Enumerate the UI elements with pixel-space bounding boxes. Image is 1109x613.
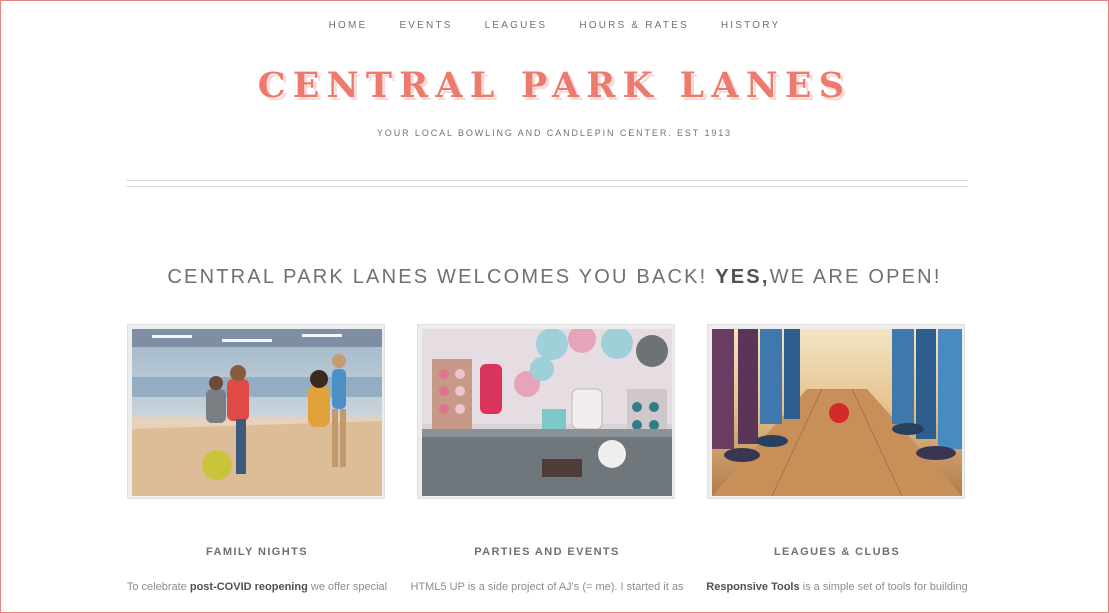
nav-hours-rates[interactable]: HOURS & RATES: [563, 19, 705, 33]
party-table-image[interactable]: [417, 324, 675, 499]
card-text-end: we offer special: [307, 581, 388, 593]
header-divider-bottom: [126, 186, 968, 187]
card-title: LEAGUES & CLUBS: [773, 546, 901, 558]
card-text-bold: Responsive Tools: [706, 581, 800, 593]
headline-bold: YES,: [715, 266, 770, 288]
nav-events[interactable]: EVENTS: [383, 19, 468, 33]
headline-end: WE ARE OPEN!: [769, 266, 942, 288]
card-leagues-clubs: LEAGUES & CLUBS Responsive Tools is a si…: [706, 324, 968, 593]
main-nav: HOME EVENTS LEAGUES HOURS & RATES HISTOR…: [0, 19, 1109, 33]
header-divider-top: [126, 180, 968, 181]
nav-history[interactable]: HISTORY: [705, 19, 797, 33]
card-text-bold: post-COVID reopening: [189, 581, 308, 593]
card-text-start: HTML5 UP is a side project of AJ's (= me…: [410, 581, 684, 593]
card-parties-events: PARTIES AND EVENTS HTML5 UP is a side pr…: [410, 324, 684, 593]
card-text: HTML5 UP is a side project of AJ's (= me…: [407, 580, 687, 594]
family-bowling-illustration: [132, 329, 382, 496]
card-title: FAMILY NIGHTS: [206, 546, 308, 558]
bowling-lane-image[interactable]: [707, 324, 965, 499]
headline-start: CENTRAL PARK LANES WELCOMES YOU BACK!: [167, 266, 716, 288]
card-family-nights: FAMILY NIGHTS To celebrate post-COVID re…: [127, 324, 387, 593]
site-tagline: YOUR LOCAL BOWLING AND CANDLEPIN CENTER.…: [376, 128, 733, 138]
welcome-headline: CENTRAL PARK LANES WELCOMES YOU BACK! YE…: [0, 262, 1109, 292]
party-table-illustration: [422, 329, 672, 496]
nav-home[interactable]: HOME: [313, 19, 384, 33]
card-text: To celebrate post-COVID reopening we off…: [117, 580, 397, 594]
card-text-end: is a simple set of tools for building: [799, 581, 968, 593]
site-logo[interactable]: CENTRAL PARK LANES: [0, 60, 1109, 112]
card-title: PARTIES AND EVENTS: [474, 546, 620, 558]
card-text-start: To celebrate: [126, 581, 190, 593]
card-text: Responsive Tools is a simple set of tool…: [697, 580, 977, 594]
family-bowling-image[interactable]: [127, 324, 385, 499]
bowling-lane-illustration: [712, 329, 962, 496]
nav-leagues[interactable]: LEAGUES: [469, 19, 564, 33]
